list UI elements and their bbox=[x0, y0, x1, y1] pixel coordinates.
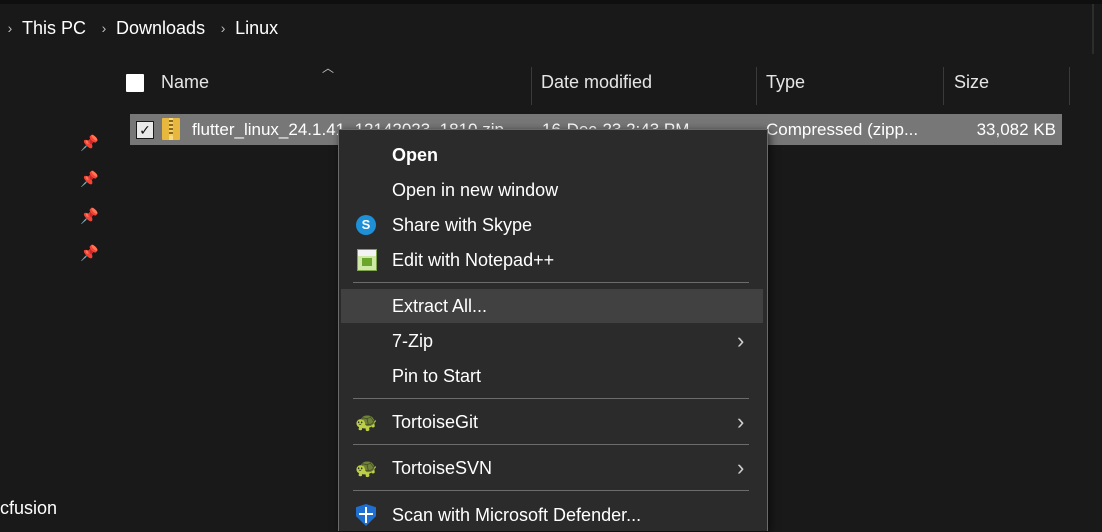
column-header-name[interactable]: Name bbox=[161, 59, 209, 105]
navigation-pane: 📌 📌 📌 📌 cfusion bbox=[0, 54, 108, 530]
menu-item-open[interactable]: Open bbox=[341, 138, 763, 172]
menu-item-label: Pin to Start bbox=[392, 366, 482, 386]
breadcrumb-item-this-pc[interactable]: This PC bbox=[20, 18, 94, 39]
menu-separator bbox=[353, 282, 749, 283]
address-bar-divider bbox=[1092, 4, 1094, 54]
breadcrumb: › This PC › Downloads › Linux bbox=[0, 14, 286, 42]
column-divider[interactable] bbox=[756, 67, 757, 105]
menu-item-edit-with-notepad-plus-plus[interactable]: Edit with Notepad++ bbox=[341, 243, 763, 277]
row-checkbox[interactable]: ✓ bbox=[136, 121, 154, 139]
column-divider[interactable] bbox=[943, 67, 944, 105]
context-menu: Open Open in new window S Share with Sky… bbox=[338, 129, 768, 531]
file-size: 33,082 KB bbox=[976, 120, 1056, 139]
tortoisegit-icon: 🐢 bbox=[355, 412, 378, 432]
menu-item-7-zip[interactable]: 7-Zip › bbox=[341, 324, 763, 358]
select-all-checkbox[interactable] bbox=[126, 74, 144, 92]
nav-item-label[interactable]: cfusion bbox=[0, 498, 57, 519]
tortoisesvn-icon: 🐢 bbox=[355, 458, 378, 478]
menu-separator bbox=[353, 490, 749, 491]
menu-item-label: TortoiseGit bbox=[392, 412, 479, 432]
menu-item-scan-with-microsoft-defender[interactable]: Scan with Microsoft Defender... bbox=[341, 498, 763, 532]
menu-item-label: Edit with Notepad++ bbox=[392, 250, 555, 270]
submenu-chevron-right-icon: › bbox=[737, 409, 745, 434]
pin-icon[interactable]: 📌 bbox=[80, 246, 99, 262]
notepad-plus-plus-icon bbox=[357, 249, 377, 271]
column-divider[interactable] bbox=[531, 67, 532, 105]
pin-icon[interactable]: 📌 bbox=[80, 209, 99, 225]
menu-item-label: Open in new window bbox=[392, 180, 559, 200]
sort-ascending-icon: ︿ bbox=[322, 61, 335, 75]
menu-separator bbox=[353, 444, 749, 445]
breadcrumb-separator-icon[interactable]: › bbox=[0, 20, 20, 36]
column-header-size[interactable]: Size bbox=[954, 59, 989, 105]
column-header-row: Name ︿ Date modified Type Size bbox=[108, 59, 1102, 105]
skype-icon: S bbox=[356, 215, 376, 235]
menu-item-tortoisesvn[interactable]: 🐢 TortoiseSVN › bbox=[341, 451, 763, 485]
file-type: Compressed (zipp... bbox=[766, 120, 919, 139]
pin-icon[interactable]: 📌 bbox=[80, 136, 99, 152]
menu-item-extract-all[interactable]: Extract All... bbox=[341, 289, 763, 323]
breadcrumb-separator-icon[interactable]: › bbox=[213, 20, 233, 36]
submenu-chevron-right-icon: › bbox=[737, 455, 745, 480]
submenu-chevron-right-icon: › bbox=[737, 328, 745, 353]
menu-item-pin-to-start[interactable]: Pin to Start bbox=[341, 359, 763, 393]
column-header-type[interactable]: Type bbox=[766, 59, 805, 105]
column-divider[interactable] bbox=[1069, 67, 1070, 105]
menu-item-label: 7-Zip bbox=[392, 331, 434, 351]
column-header-date-modified[interactable]: Date modified bbox=[541, 59, 652, 105]
menu-item-label: TortoiseSVN bbox=[392, 458, 493, 478]
zip-folder-icon bbox=[162, 118, 180, 140]
menu-item-label: Extract All... bbox=[392, 296, 488, 316]
address-bar[interactable]: › This PC › Downloads › Linux bbox=[0, 0, 1102, 55]
window-top-edge bbox=[0, 0, 1102, 4]
breadcrumb-separator-icon[interactable]: › bbox=[94, 20, 114, 36]
menu-item-label: Share with Skype bbox=[392, 215, 533, 235]
breadcrumb-item-linux[interactable]: Linux bbox=[233, 18, 286, 39]
breadcrumb-item-downloads[interactable]: Downloads bbox=[114, 18, 213, 39]
defender-shield-icon bbox=[356, 504, 376, 526]
menu-item-open-in-new-window[interactable]: Open in new window bbox=[341, 173, 763, 207]
menu-item-tortoisegit[interactable]: 🐢 TortoiseGit › bbox=[341, 405, 763, 439]
pin-icon[interactable]: 📌 bbox=[80, 172, 99, 188]
menu-separator bbox=[353, 398, 749, 399]
menu-item-share-with-skype[interactable]: S Share with Skype bbox=[341, 208, 763, 242]
menu-item-label: Scan with Microsoft Defender... bbox=[392, 505, 642, 525]
menu-item-label: Open bbox=[392, 145, 439, 165]
